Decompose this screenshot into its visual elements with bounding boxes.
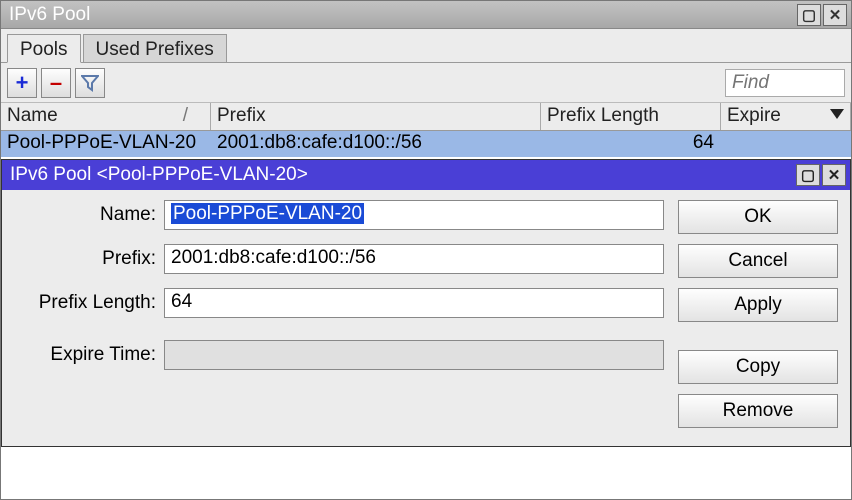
add-button[interactable]: + xyxy=(7,68,37,98)
dialog-title: IPv6 Pool <Pool-PPPoE-VLAN-20> xyxy=(10,164,308,186)
expire-time-field[interactable] xyxy=(164,340,664,370)
col-header-expire[interactable]: Expire xyxy=(721,103,851,130)
remove-button[interactable]: – xyxy=(41,68,71,98)
grid-header: Name / Prefix Prefix Length Expire xyxy=(1,103,851,131)
prefix-length-field[interactable]: 64 xyxy=(164,288,664,318)
col-header-name[interactable]: Name / xyxy=(1,103,211,130)
main-titlebar: IPv6 Pool ▢ ✕ xyxy=(1,1,851,29)
minus-icon: – xyxy=(50,70,62,96)
edit-dialog: IPv6 Pool <Pool-PPPoE-VLAN-20> ▢ ✕ Name:… xyxy=(1,159,851,447)
cancel-button[interactable]: Cancel xyxy=(678,244,838,278)
cell-expire xyxy=(721,131,851,157)
cell-prefix: 2001:db8:cafe:d100::/56 xyxy=(211,131,541,157)
filter-button[interactable] xyxy=(75,68,105,98)
tab-bar: Pools Used Prefixes xyxy=(1,29,851,63)
dialog-form: Name: Pool-PPPoE-VLAN-20 Prefix: 2001:db… xyxy=(14,200,664,428)
name-field[interactable]: Pool-PPPoE-VLAN-20 xyxy=(164,200,664,230)
apply-button[interactable]: Apply xyxy=(678,288,838,322)
sort-separator: / xyxy=(183,105,188,127)
funnel-icon xyxy=(81,74,99,92)
dialog-titlebar: IPv6 Pool <Pool-PPPoE-VLAN-20> ▢ ✕ xyxy=(2,160,850,190)
dialog-close-icon[interactable]: ✕ xyxy=(822,164,846,186)
dialog-buttons: OK Cancel Apply Copy Remove xyxy=(678,200,838,428)
maximize-icon[interactable]: ▢ xyxy=(797,4,821,26)
tab-used-prefixes[interactable]: Used Prefixes xyxy=(83,34,227,63)
cell-name: Pool-PPPoE-VLAN-20 xyxy=(1,131,211,157)
tab-pools[interactable]: Pools xyxy=(7,34,81,63)
label-prefix: Prefix: xyxy=(14,248,164,270)
plus-icon: + xyxy=(16,70,29,96)
sort-desc-icon xyxy=(830,109,844,119)
col-header-prefix-length[interactable]: Prefix Length xyxy=(541,103,721,130)
copy-button[interactable]: Copy xyxy=(678,350,838,384)
prefix-field[interactable]: 2001:db8:cafe:d100::/56 xyxy=(164,244,664,274)
col-header-prefix[interactable]: Prefix xyxy=(211,103,541,130)
table-row[interactable]: Pool-PPPoE-VLAN-20 2001:db8:cafe:d100::/… xyxy=(1,131,851,157)
toolbar: + – xyxy=(1,63,851,103)
cell-prefix-length: 64 xyxy=(541,131,721,157)
label-expire-time: Expire Time: xyxy=(14,344,164,366)
remove-button-dialog[interactable]: Remove xyxy=(678,394,838,428)
dialog-maximize-icon[interactable]: ▢ xyxy=(796,164,820,186)
window-title: IPv6 Pool xyxy=(9,4,90,26)
label-prefix-length: Prefix Length: xyxy=(14,292,164,314)
close-icon[interactable]: ✕ xyxy=(823,4,847,26)
ok-button[interactable]: OK xyxy=(678,200,838,234)
label-name: Name: xyxy=(14,204,164,226)
find-input[interactable] xyxy=(725,69,845,97)
